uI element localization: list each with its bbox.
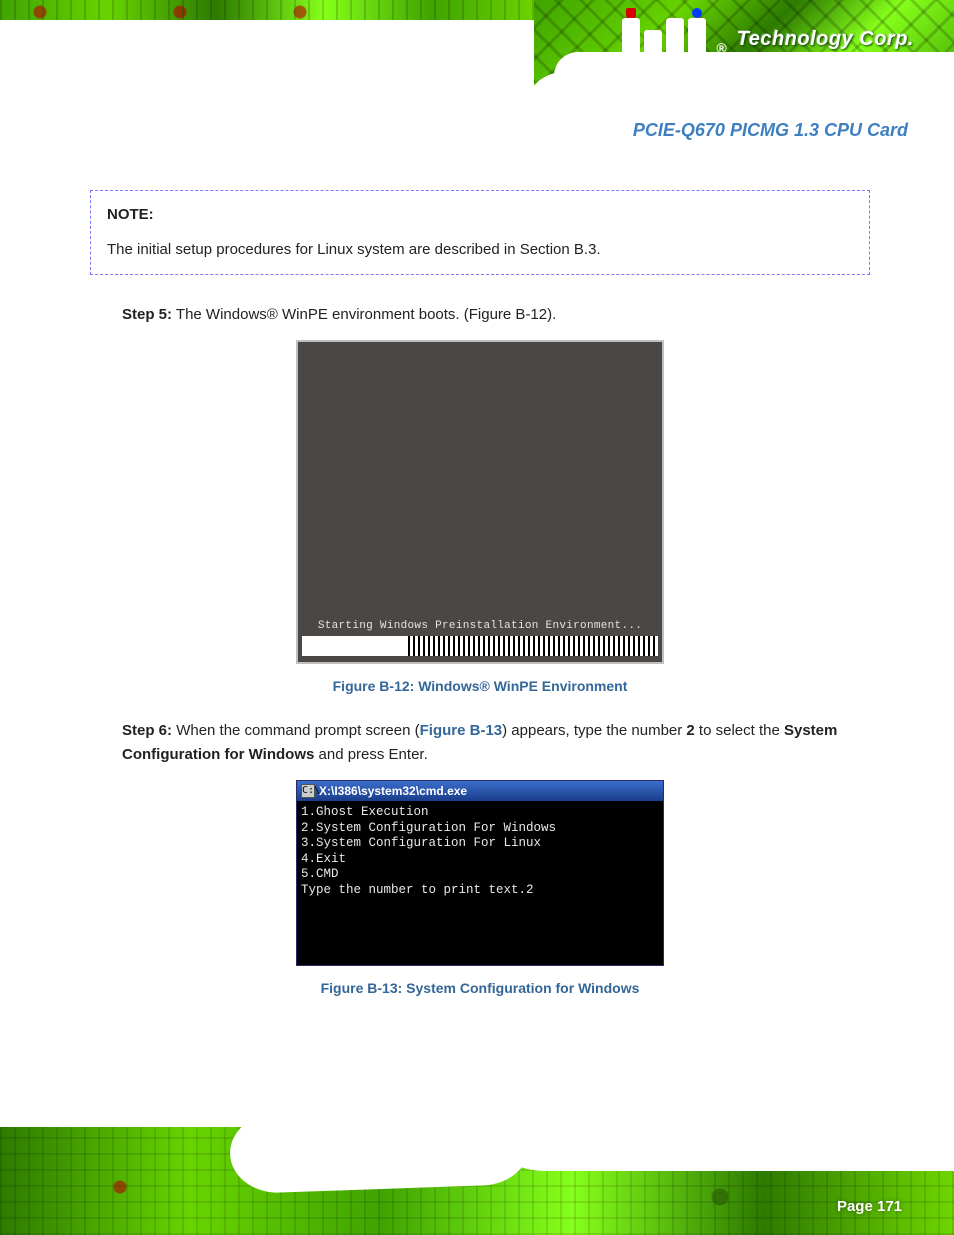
step-6-text-d: and press Enter. [314, 746, 427, 763]
cmd-titlebar: C:\ X:\I386\system32\cmd.exe [297, 781, 663, 801]
step-6: Step 6: When the command prompt screen (… [122, 719, 870, 766]
product-title: PCIE-Q670 PICMG 1.3 CPU Card [633, 120, 908, 141]
step-6-text-b: ) appears, type the number [502, 722, 686, 739]
header-band: ® Technology Corp. [0, 0, 954, 108]
figure-b13-screenshot: C:\ X:\I386\system32\cmd.exe 1.Ghost Exe… [296, 780, 664, 966]
step-6-text-c: to select the [695, 722, 784, 739]
winpe-progress-bar [408, 636, 658, 656]
page-body: NOTE: The initial setup procedures for L… [90, 190, 870, 1022]
winpe-loading-text: Starting Windows Preinstallation Environ… [298, 621, 662, 632]
cmd-terminal-output: 1.Ghost Execution 2.System Configuration… [297, 801, 663, 903]
header-curve-left [0, 20, 570, 62]
brand-name: Technology Corp. [737, 28, 914, 51]
cmd-titlebar-text: X:\I386\system32\cmd.exe [319, 781, 467, 801]
step-6-two: 2 [686, 722, 694, 739]
note-block: NOTE: The initial setup procedures for L… [90, 190, 870, 275]
step-5-num: Step 5: [122, 306, 172, 323]
header-curve-right [524, 72, 954, 108]
figure-b12-caption: Figure B-12: Windows® WinPE Environment [90, 676, 870, 698]
step-6-figref: Figure B-13 [420, 722, 503, 739]
step-5: Step 5: The Windows® WinPE environment b… [122, 303, 870, 326]
footer-swoop-2 [474, 1127, 954, 1171]
step-6-num: Step 6: [122, 722, 172, 739]
footer-band: Page 171 [0, 1127, 954, 1235]
note-label: NOTE: [107, 203, 853, 226]
step-6-text-a: When the command prompt screen ( [176, 722, 419, 739]
figure-b13-caption: Figure B-13: System Configuration for Wi… [90, 978, 870, 1000]
step-list: Step 5: The Windows® WinPE environment b… [122, 303, 870, 326]
step-5-text: The Windows® WinPE environment boots. (F… [176, 306, 556, 323]
cmd-window-icon: C:\ [301, 784, 315, 798]
page-number: Page 171 [837, 1198, 902, 1215]
figure-b12-screenshot: Starting Windows Preinstallation Environ… [296, 340, 664, 664]
note-text: The initial setup procedures for Linux s… [107, 238, 853, 261]
step-list-2: Step 6: When the command prompt screen (… [122, 719, 870, 766]
